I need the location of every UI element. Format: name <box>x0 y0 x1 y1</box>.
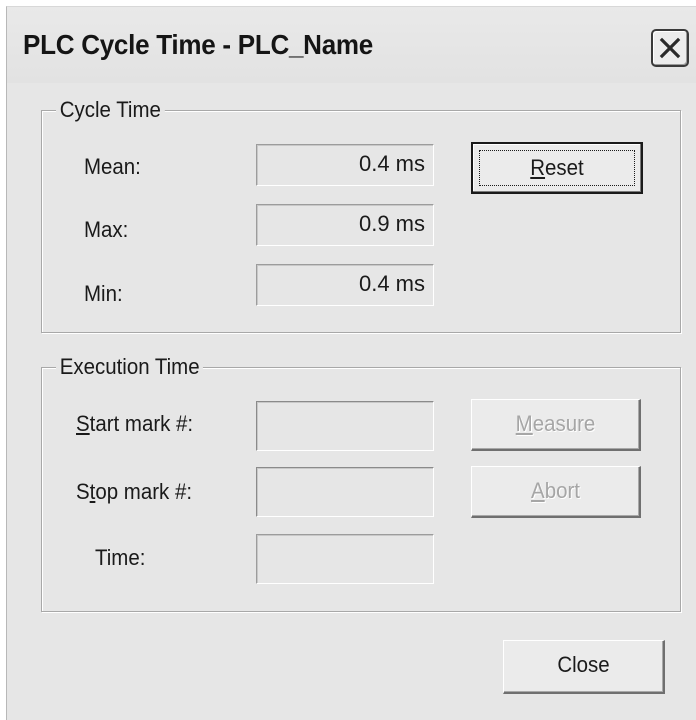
time-label: Time: <box>95 545 146 570</box>
cycle-time-group-label: Cycle Time <box>56 97 165 123</box>
dialog-title: PLC Cycle Time - PLC_Name <box>23 29 373 60</box>
mean-value-field: 0.4 ms <box>256 144 434 186</box>
reset-button[interactable]: Reset <box>471 142 643 194</box>
plc-cycle-time-dialog: PLC Cycle Time - PLC_Name Cycle Time Mea… <box>6 6 696 720</box>
time-value-field <box>256 534 434 584</box>
min-label: Min: <box>84 281 123 306</box>
abort-button[interactable]: Abort <box>471 466 641 518</box>
measure-button-label: Measure <box>515 411 596 436</box>
title-bar[interactable]: PLC Cycle Time - PLC_Name <box>7 7 696 83</box>
stop-mark-label: Stop mark #: <box>76 479 193 504</box>
start-mark-label: Start mark #: <box>76 411 194 436</box>
start-mark-input[interactable] <box>256 401 434 451</box>
stop-mark-input[interactable] <box>256 467 434 517</box>
reset-button-label: Reset <box>530 155 584 180</box>
execution-time-group-label: Execution Time <box>56 354 204 380</box>
close-button[interactable]: Close <box>503 640 665 694</box>
max-value-field: 0.9 ms <box>256 204 434 246</box>
measure-button[interactable]: Measure <box>471 399 641 451</box>
max-label: Max: <box>84 217 129 242</box>
close-icon <box>659 37 681 59</box>
min-value-field: 0.4 ms <box>256 264 434 306</box>
title-close-button[interactable] <box>651 29 689 67</box>
mean-label: Mean: <box>84 154 141 179</box>
abort-button-label: Abort <box>531 478 580 503</box>
close-button-label: Close <box>557 652 610 677</box>
